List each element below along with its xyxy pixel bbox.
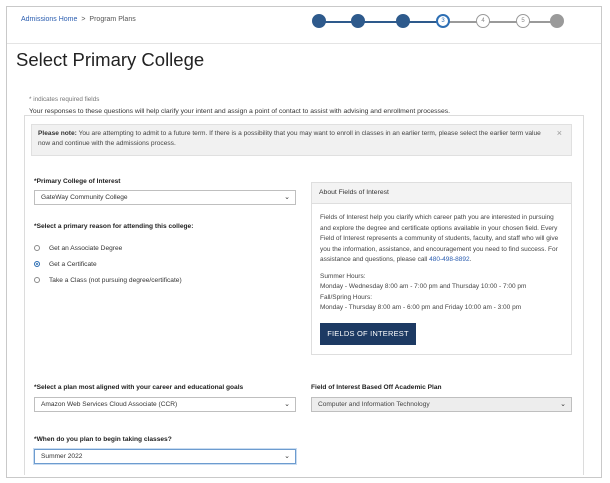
- progress-step-3: [396, 14, 410, 28]
- term-select[interactable]: Summer 2022 ⌄: [34, 449, 296, 464]
- future-term-notice: Please note: You are attempting to admit…: [31, 124, 572, 156]
- chevron-down-icon: ⌄: [560, 401, 566, 408]
- college-label: *Primary College of Interest: [34, 178, 121, 185]
- field-select-value: Computer and Information Technology: [318, 401, 430, 408]
- reason-option-label: Take a Class (not pursuing degree/certif…: [49, 277, 182, 284]
- reason-option-label: Get a Certificate: [49, 261, 97, 268]
- term-label: *When do you plan to begin taking classe…: [34, 436, 172, 443]
- chevron-down-icon: ⌄: [284, 401, 290, 408]
- field-label: Field of Interest Based Off Academic Pla…: [311, 384, 442, 391]
- plan-select-value: Amazon Web Services Cloud Associate (CCR…: [41, 401, 178, 408]
- breadcrumb-separator: >: [81, 16, 86, 23]
- progress-step-1: [312, 14, 326, 28]
- reason-option-label: Get an Associate Degree: [49, 245, 123, 252]
- plan-select[interactable]: Amazon Web Services Cloud Associate (CCR…: [34, 397, 296, 412]
- progress-step-final: [550, 14, 564, 28]
- breadcrumb: Admissions Home > Program Plans: [21, 16, 136, 23]
- reason-option-certificate[interactable]: Get a Certificate: [34, 261, 97, 268]
- reason-label: *Select a primary reason for attending t…: [34, 223, 194, 230]
- phone-link[interactable]: 480-498-8892: [429, 256, 469, 263]
- notice-prefix: Please note:: [38, 130, 77, 137]
- breadcrumb-home-link[interactable]: Admissions Home: [21, 16, 77, 23]
- required-fields-note: * indicates required fields: [29, 96, 100, 103]
- progress-line-remaining: [449, 21, 557, 23]
- progress-stepper: 3 4 5: [312, 13, 564, 31]
- summer-hours-title: Summer Hours:: [320, 272, 366, 280]
- radio-associate[interactable]: [34, 245, 40, 251]
- close-icon[interactable]: ×: [557, 128, 562, 138]
- progress-step-current: 3: [436, 14, 450, 28]
- chevron-down-icon: ⌄: [284, 453, 290, 460]
- college-select-value: GateWay Community College: [41, 194, 128, 201]
- page-title: Select Primary College: [16, 49, 205, 70]
- term-select-value: Summer 2022: [41, 453, 83, 460]
- about-fields-panel: About Fields of Interest Fields of Inter…: [311, 182, 572, 355]
- plan-label: *Select a plan most aligned with your ca…: [34, 384, 244, 391]
- radio-certificate[interactable]: [34, 261, 40, 267]
- breadcrumb-current: Program Plans: [89, 16, 136, 23]
- about-description: Fields of Interest help you clarify whic…: [320, 213, 565, 266]
- about-panel-title: About Fields of Interest: [312, 183, 571, 204]
- reason-option-class[interactable]: Take a Class (not pursuing degree/certif…: [34, 277, 182, 284]
- college-select[interactable]: GateWay Community College ⌄: [34, 190, 296, 205]
- field-select: Computer and Information Technology ⌄: [311, 397, 572, 412]
- radio-class[interactable]: [34, 277, 40, 283]
- chevron-down-icon: ⌄: [284, 194, 290, 201]
- about-panel-body: Fields of Interest help you clarify whic…: [312, 204, 571, 314]
- title-divider: [7, 43, 601, 44]
- summer-hours: Monday - Wednesday 8:00 am - 7:00 pm and…: [320, 283, 527, 290]
- progress-step-5: 5: [516, 14, 530, 28]
- fields-of-interest-button[interactable]: FIELDS OF INTEREST: [320, 323, 416, 345]
- fall-hours-title: Fall/Spring Hours:: [320, 293, 373, 301]
- about-text-end: .: [469, 256, 472, 263]
- progress-step-2: [351, 14, 365, 28]
- notice-text: You are attempting to admit to a future …: [38, 130, 541, 147]
- progress-line-complete: [319, 21, 449, 23]
- progress-step-4: 4: [476, 14, 490, 28]
- reason-option-associate[interactable]: Get an Associate Degree: [34, 245, 122, 252]
- intro-text: Your responses to these questions will h…: [29, 108, 451, 115]
- fall-hours: Monday - Thursday 8:00 am - 6:00 pm and …: [320, 304, 522, 311]
